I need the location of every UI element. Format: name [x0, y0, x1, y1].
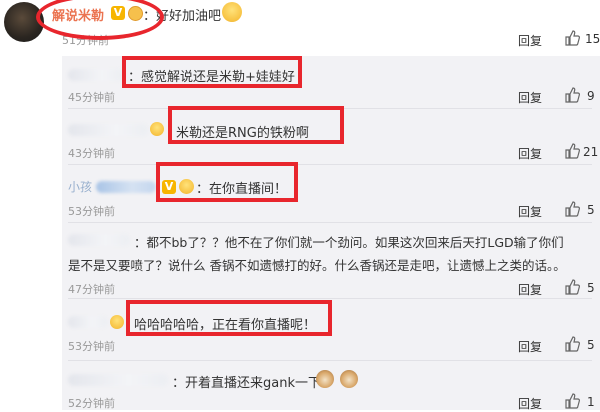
like-icon[interactable] — [564, 201, 580, 217]
blurred-username — [68, 374, 168, 386]
doge-emoji-icon — [316, 370, 334, 388]
emoji-icon — [150, 122, 164, 136]
divider — [68, 164, 592, 165]
reply-time: 53分钟前 — [68, 340, 115, 353]
highlight-box — [168, 106, 344, 144]
reply-button[interactable]: 回复 — [518, 89, 542, 106]
reply-item: ：都不bb了？？他不在了你们就一个劲问。如果这次回来后天打LGD输了你们 是不是… — [0, 224, 600, 298]
grin-emoji-icon — [222, 2, 242, 22]
like-icon[interactable] — [564, 87, 580, 103]
like-count: 21 — [583, 145, 599, 159]
like-count: 5 — [587, 281, 595, 295]
reply-time: 52分钟前 — [68, 397, 115, 410]
reply-time: 53分钟前 — [68, 205, 115, 218]
divider — [68, 360, 592, 361]
blurred-username — [68, 316, 108, 328]
like-count: 5 — [587, 203, 595, 217]
highlight-box — [122, 56, 302, 88]
reply-button[interactable]: 回复 — [518, 203, 542, 220]
blurred-username — [96, 181, 156, 193]
reply-button[interactable]: 回复 — [518, 338, 542, 355]
reply-text: ：开着直播还来gank一下 — [172, 376, 321, 391]
divider — [68, 222, 592, 223]
reply-time: 43分钟前 — [68, 147, 115, 160]
highlight-box — [156, 162, 298, 202]
blurred-username — [68, 234, 130, 246]
like-count: 1 — [587, 395, 595, 409]
like-icon[interactable] — [564, 393, 580, 409]
reply-item: 小孩 V ：在你直播间！ 53分钟前 回复 5 — [0, 162, 600, 220]
reply-item: 米勒还是RNG的铁粉啊 43分钟前 回复 21 — [0, 106, 600, 162]
reply-time: 45分钟前 — [68, 91, 115, 104]
like-icon[interactable] — [564, 279, 580, 295]
reply-text-line-1: ：都不bb了？？他不在了你们就一个劲问。如果这次回来后天打LGD输了你们 — [134, 235, 564, 250]
reply-button[interactable]: 回复 — [518, 281, 542, 298]
reply-time: 47分钟前 — [68, 283, 115, 296]
highlight-box — [126, 300, 332, 336]
like-icon[interactable] — [564, 30, 580, 46]
reply-item: ：开着直播还来gank一下 52分钟前 回复 1 — [0, 362, 600, 412]
doge-emoji-icon — [340, 370, 358, 388]
blurred-username — [68, 69, 124, 81]
reply-text-line-2: 是不是又要喷了？说什么 香锅不如遗憾打的好。什么香锅还是走吧，让遗憾上之类的话。… — [68, 258, 566, 273]
highlight-oval — [36, 0, 164, 40]
reply-button[interactable]: 回复 — [518, 32, 542, 49]
top-comment: 解说米勒 V ：好好加油吧 51分钟前 回复 15 — [0, 0, 600, 56]
reply-button[interactable]: 回复 — [518, 145, 542, 162]
reply-username[interactable]: 小孩 — [68, 178, 92, 195]
like-icon[interactable] — [564, 143, 580, 159]
emoji-icon — [110, 315, 124, 329]
reply-button[interactable]: 回复 — [518, 395, 542, 412]
like-count: 15 — [585, 32, 600, 46]
like-count: 5 — [587, 338, 595, 352]
like-icon[interactable] — [564, 336, 580, 352]
like-count: 9 — [587, 89, 595, 103]
divider — [68, 298, 592, 299]
reply-item: ：感觉解说还是米勒+娃娃好 45分钟前 回复 9 — [0, 56, 600, 106]
reply-item: 哈哈哈哈哈，正在看你直播呢！ 53分钟前 回复 5 — [0, 300, 600, 358]
blurred-username — [68, 124, 148, 136]
